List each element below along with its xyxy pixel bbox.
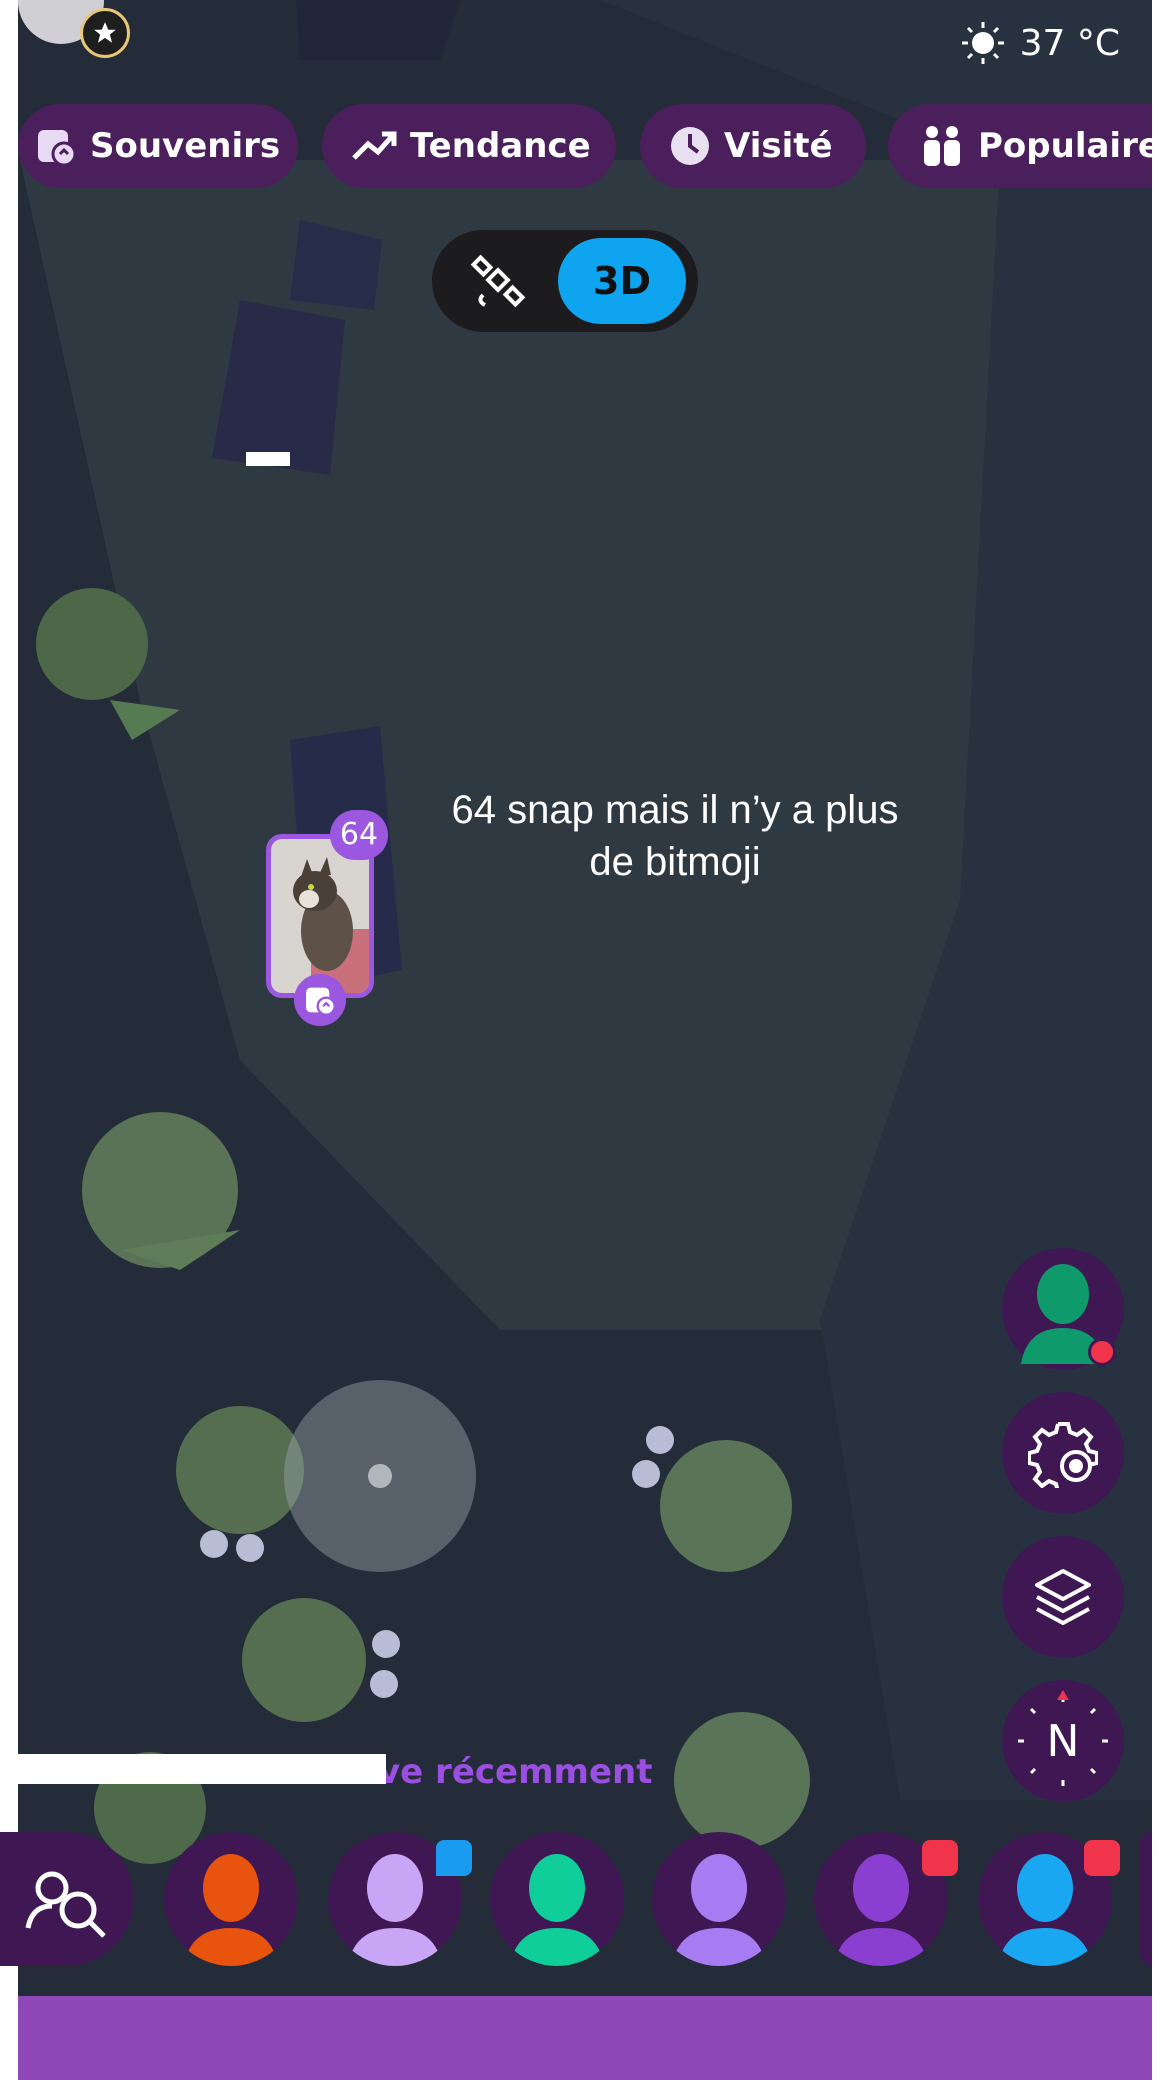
compass-button[interactable]: N: [1002, 1680, 1124, 1802]
bitmoji-icon: [184, 1854, 278, 1966]
video-caption: 64 snap mais il n’y a plus de bitmoji: [420, 784, 930, 888]
map-layers-button[interactable]: [1002, 1536, 1124, 1658]
filter-populaires-label: Populaires: [978, 126, 1170, 166]
temperature-label: 37 °C: [1019, 22, 1120, 64]
notification-dot: [1088, 1338, 1116, 1366]
filter-souvenirs-label: Souvenirs: [90, 126, 281, 166]
friend-avatar-1[interactable]: [164, 1832, 298, 1966]
satellite-view-button[interactable]: [440, 238, 558, 324]
memories-icon: [306, 987, 336, 1016]
bitmoji-icon: [672, 1854, 766, 1966]
satellite-icon: [470, 254, 526, 308]
friend-2-story-badge: [436, 1840, 472, 1876]
settings-location-icon: [1028, 1422, 1098, 1488]
filter-tendance-label: Tendance: [410, 126, 591, 166]
filter-visite[interactable]: Visité: [640, 104, 866, 188]
friend-avatar-4[interactable]: [652, 1832, 786, 1966]
memories-icon: [38, 130, 77, 167]
compass-north-label: N: [1046, 1715, 1080, 1767]
filter-souvenirs[interactable]: Souvenirs: [18, 104, 298, 188]
caption-line-2: de bitmoji: [589, 840, 761, 884]
view-mode-toggle[interactable]: 3D: [432, 230, 698, 332]
search-friends-icon: [25, 1871, 106, 1938]
friend-6-snap-badge: [1084, 1840, 1120, 1876]
location-settings-button[interactable]: [1002, 1392, 1124, 1514]
filter-populaires[interactable]: Populaires: [888, 104, 1170, 188]
trending-icon: [352, 131, 397, 160]
weather-indicator: 37 °C: [960, 20, 1120, 66]
friend-5-snap-badge: [922, 1840, 958, 1876]
filter-visite-label: Visité: [724, 126, 833, 166]
bottom-navigation-bar[interactable]: [18, 1996, 1152, 2080]
sun-icon: [961, 22, 1004, 64]
filter-tendance[interactable]: Tendance: [322, 104, 616, 188]
snap-count-badge: 64: [330, 810, 388, 860]
friend-avatar-7[interactable]: [1140, 1832, 1152, 1966]
redaction-bar: [0, 1754, 386, 1784]
recently-active-label: ve récemment: [378, 1752, 653, 1792]
snap-map-screen: 37 °C Souvenirs Tendance Visité Populair…: [0, 0, 1170, 2080]
friend-avatar-3[interactable]: [490, 1832, 624, 1966]
friends-carousel[interactable]: [0, 1832, 1170, 1972]
layers-icon: [1035, 1569, 1091, 1625]
bitmoji-icon: [510, 1854, 604, 1966]
search-friends-button[interactable]: [0, 1832, 134, 1966]
caption-line-1: 64 snap mais il n’y a plus: [451, 788, 899, 832]
snap-memories-badge: [294, 974, 346, 1026]
star-badge-icon[interactable]: [80, 8, 130, 58]
3d-view-button[interactable]: 3D: [558, 238, 686, 324]
clock-icon: [671, 127, 709, 165]
people-icon: [924, 126, 960, 166]
cat-photo-thumbnail: [271, 839, 369, 993]
